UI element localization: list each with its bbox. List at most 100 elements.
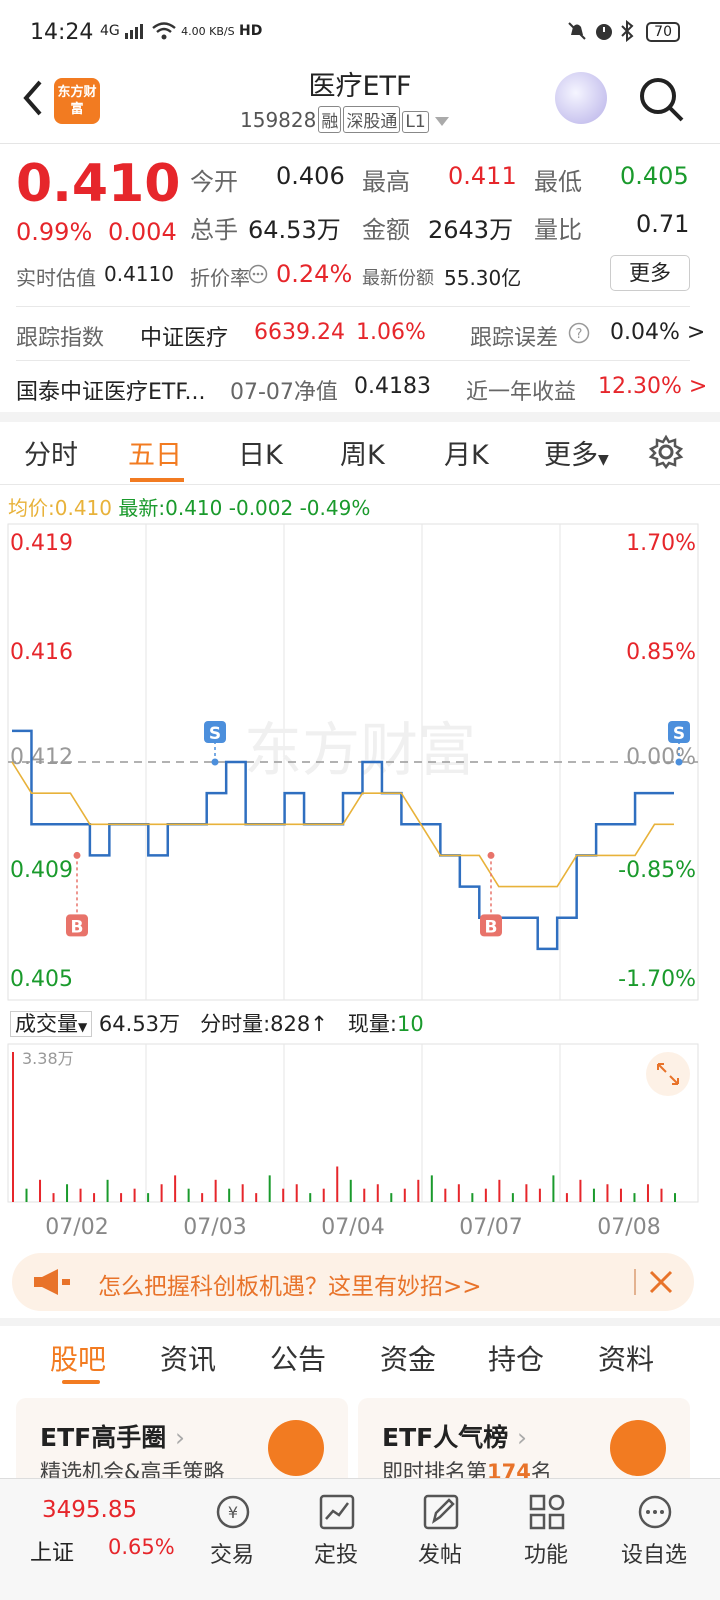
network-type: 4G: [100, 23, 120, 39]
banner-text: 怎么把握科创板机遇？这里有妙招>>: [98, 1274, 482, 1300]
volume-header: 成交量▼ 64.53万 分时量:828↑ 现量:10: [10, 1008, 424, 1038]
track-index-name[interactable]: 中证医疗: [140, 320, 228, 352]
volume-bar: [268, 1175, 271, 1202]
tab-daily-k[interactable]: 日K: [238, 433, 283, 472]
volume-bar: [660, 1188, 663, 1202]
volume-bar: [174, 1175, 177, 1202]
volume-bar: [498, 1179, 501, 1202]
volume-bar: [66, 1184, 69, 1202]
security-subline[interactable]: 159828 融深股通 L1: [240, 106, 450, 133]
volume-bar: [565, 1193, 568, 1202]
tab-weekly-k[interactable]: 周K: [340, 433, 385, 472]
volume-bar: [133, 1188, 136, 1202]
index-pct: 0.65%: [108, 1535, 175, 1559]
volume-bar: [25, 1188, 28, 1202]
tab-holdings[interactable]: 持仓: [488, 1338, 544, 1378]
marker-dot: [73, 851, 81, 859]
search-icon[interactable]: [638, 76, 686, 124]
volume-bar: [484, 1188, 487, 1202]
price-chart[interactable]: 东方财富 0.419 1.70% 0.416 0.85% 0.412 0.00% 0.409 -…: [0, 522, 720, 1004]
volume-bar: [241, 1184, 244, 1202]
tab-intraday[interactable]: 分时: [24, 433, 78, 472]
marker-dot: [211, 758, 219, 766]
tab-news[interactable]: 资讯: [160, 1338, 216, 1378]
fund-name[interactable]: 国泰中证医疗ETF...: [16, 374, 205, 406]
estimate-label: 实时估值: [16, 266, 96, 290]
tab-profile[interactable]: 资料: [598, 1338, 654, 1378]
y-right-tick: 1.70%: [626, 531, 696, 556]
volume-bar: [538, 1188, 541, 1202]
current-volume-value: 10: [396, 1012, 424, 1036]
tab-five-day[interactable]: 五日: [128, 433, 182, 472]
divider: [0, 484, 720, 485]
track-index-pct: 1.06%: [356, 320, 426, 345]
grid-icon: [529, 1494, 565, 1530]
tab-funds[interactable]: 资金: [380, 1338, 436, 1378]
x-tick-label: 07/08: [597, 1215, 660, 1240]
volume-selector[interactable]: 成交量▼: [10, 1011, 93, 1037]
card-etf-masters[interactable]: ETF高手圈 › 精选机会&高手策略: [16, 1398, 348, 1488]
volume-bar: [295, 1184, 298, 1202]
more-dots-icon[interactable]: [248, 264, 268, 284]
volume-bar: [552, 1175, 555, 1202]
caret-down-icon: [435, 117, 450, 126]
y-left-tick: 0.409: [10, 858, 73, 883]
volume-bar: [592, 1188, 595, 1202]
header: 东方财富 医疗ETF 159828 融深股通 L1: [0, 62, 720, 144]
index-value: 3495.85: [42, 1497, 138, 1523]
chart-area[interactable]: 均价:0.410 最新:0.410 -0.002 -0.49% 东方财富 0.41…: [0, 490, 720, 1250]
nav-label: 07-07净值: [230, 380, 338, 405]
volume-bar: [282, 1188, 285, 1202]
alarm-icon: [595, 24, 612, 40]
chevron-right-icon: ›: [516, 1423, 527, 1452]
track-index-value: 6639.24: [254, 320, 345, 345]
sell-marker-label: S: [209, 724, 221, 744]
volume-bar: [106, 1179, 109, 1202]
volume-selector-label: 成交量: [15, 1012, 78, 1036]
shares-label: 最新份额: [362, 268, 434, 289]
avg-value: 0.410: [54, 496, 113, 520]
volume-bar: [160, 1184, 163, 1202]
expand-icon[interactable]: [646, 1052, 690, 1096]
amount-value: 2643万: [428, 216, 514, 244]
card-title: ETF人气榜: [382, 1423, 509, 1452]
volume-ratio-label: 量比: [534, 216, 582, 244]
close-icon[interactable]: [648, 1269, 674, 1295]
open-value: 0.406: [276, 162, 345, 190]
marker-dot: [675, 758, 683, 766]
tab-forum[interactable]: 股吧: [50, 1338, 106, 1378]
tracking-error-value[interactable]: 0.04% >: [610, 320, 705, 345]
volume-chart[interactable]: 3.38万 07/02 07/03 07/04 07/07 07/08: [0, 1042, 720, 1242]
network-indicator: 4G 4.00 KB/S HD: [100, 22, 262, 40]
premium-label: 折价率: [190, 266, 250, 290]
tab-monthly-k[interactable]: 月K: [444, 433, 489, 472]
promo-banner[interactable]: 怎么把握科创板机遇？这里有妙招>>: [12, 1253, 694, 1311]
security-code: 159828: [240, 108, 317, 132]
volume-bar: [390, 1193, 393, 1202]
yearly-return-value[interactable]: 12.30% >: [598, 374, 707, 399]
divider: [634, 1269, 636, 1295]
tab-more[interactable]: 更多▼: [544, 433, 609, 472]
gear-icon[interactable]: [648, 434, 684, 470]
buy-marker-label: B: [485, 917, 498, 937]
wifi-icon: [151, 22, 176, 40]
volume-max-label: 3.38万: [22, 1049, 74, 1068]
volume-label: 总手: [190, 216, 238, 244]
high-label: 最高: [362, 168, 410, 196]
active-tab-indicator: [62, 1380, 100, 1384]
more-circle-icon: [638, 1495, 672, 1529]
nav-label: 发帖: [417, 1543, 462, 1568]
y-right-tick: 0.00%: [626, 745, 696, 770]
assistant-avatar[interactable]: [555, 72, 607, 124]
track-index-label: 跟踪指数: [16, 326, 105, 351]
help-icon[interactable]: ?: [568, 322, 590, 344]
chart-header: 均价:0.410 最新:0.410 -0.002 -0.49%: [8, 492, 370, 521]
volume-bar: [471, 1193, 474, 1202]
current-volume-label: 现量:: [347, 1012, 397, 1036]
y-right-tick: -1.70%: [618, 967, 696, 992]
volume-frame: [7, 1043, 699, 1203]
card-etf-ranking[interactable]: ETF人气榜 › 即时排名第174名: [358, 1398, 690, 1488]
x-tick-label: 07/04: [321, 1215, 384, 1240]
tab-announcements[interactable]: 公告: [270, 1338, 326, 1378]
more-button[interactable]: 更多: [610, 255, 690, 291]
